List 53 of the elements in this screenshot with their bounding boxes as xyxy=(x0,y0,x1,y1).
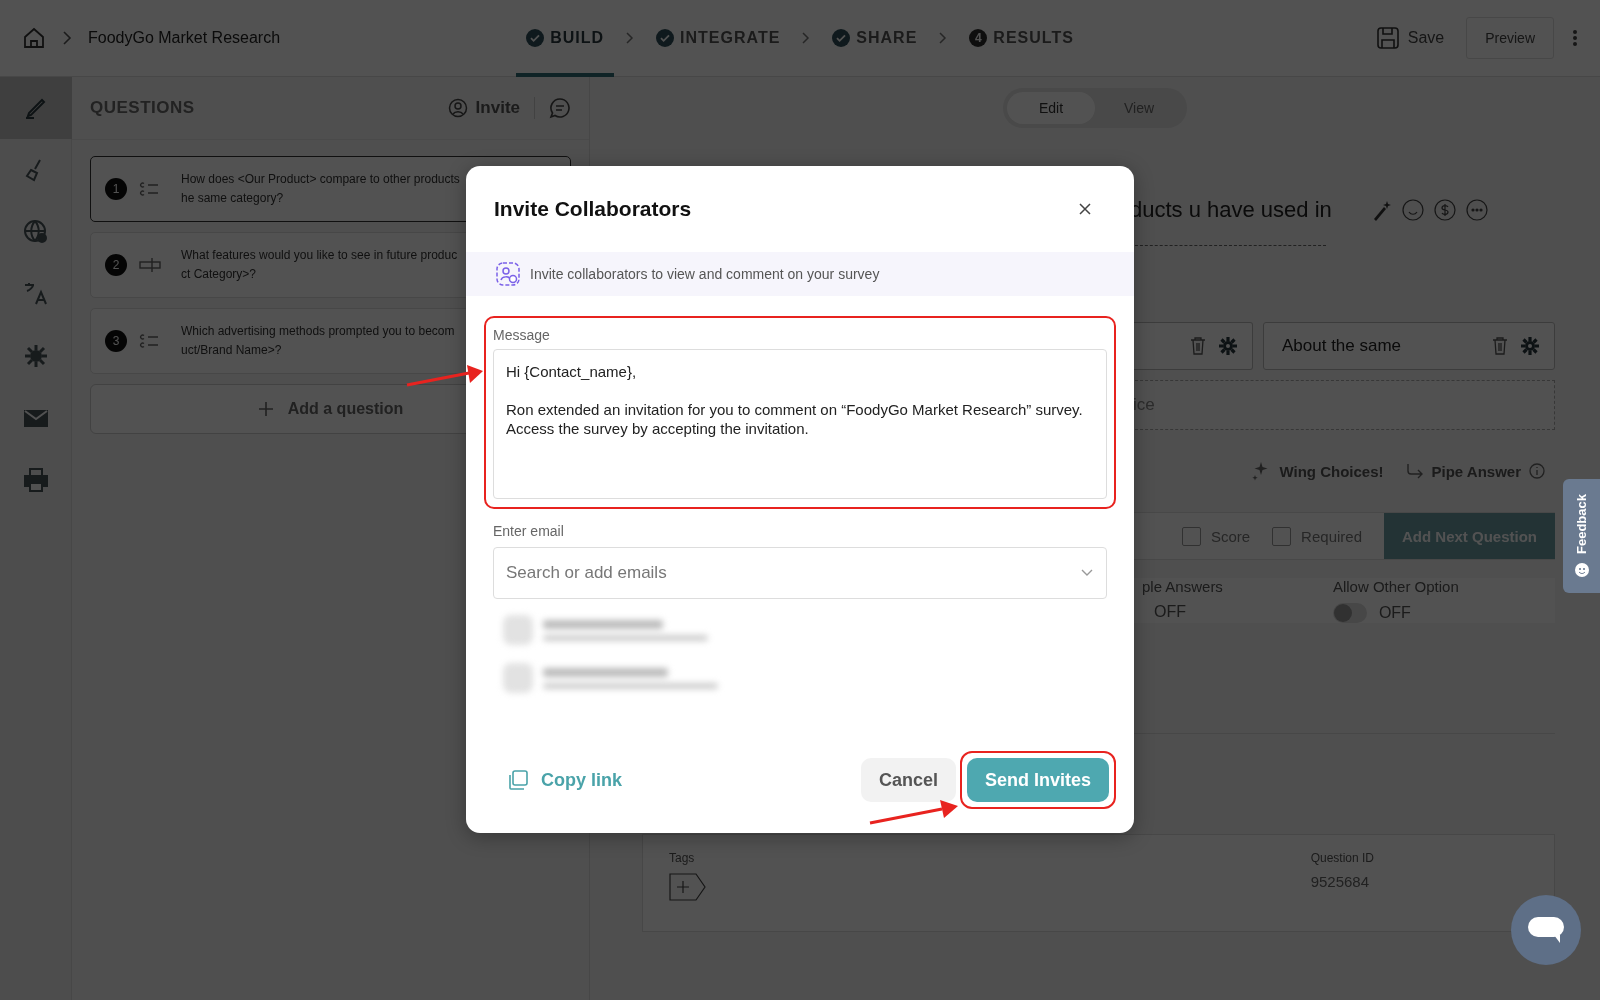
chevron-down-icon xyxy=(1081,569,1093,577)
more-icon[interactable] xyxy=(1572,29,1578,47)
user-icon xyxy=(447,98,468,118)
chevron-icon xyxy=(626,32,635,44)
comment-icon[interactable] xyxy=(549,97,571,119)
plus-icon xyxy=(257,401,274,417)
message-field[interactable]: Hi {Contact_name}, Ron extended an invitation for you to comment on “FoodyGo Market Research” survey. Access the survey by accepting the invitation. xyxy=(493,349,1107,499)
people-icon xyxy=(496,262,520,286)
copy-icon xyxy=(507,769,529,791)
question-text: Which advertising methods prompted you to becom uct/Brand Name>? xyxy=(181,323,455,359)
check-circle-icon xyxy=(832,29,851,47)
more-icon[interactable] xyxy=(1465,199,1488,221)
copy-link-button[interactable]: Copy link xyxy=(507,769,622,791)
text-field-icon xyxy=(139,256,161,274)
chevron-icon xyxy=(939,32,948,44)
add-tag-icon[interactable] xyxy=(669,873,707,901)
mode-tab[interactable]: Edit xyxy=(1007,92,1095,124)
question-number: 1 xyxy=(105,178,127,200)
turn-arrow-icon xyxy=(1405,463,1424,479)
cancel-button[interactable]: Cancel xyxy=(860,758,956,802)
globe-icon xyxy=(21,218,50,246)
check-circle-icon xyxy=(526,29,545,47)
question-text: What features would you like to see in future produc ct Category>? xyxy=(181,247,458,283)
email-field[interactable]: Search or add emails xyxy=(493,547,1107,599)
check-circle-icon xyxy=(656,29,675,47)
smiley-icon[interactable] xyxy=(1401,199,1424,221)
printer-icon xyxy=(21,466,50,494)
save-icon xyxy=(1375,26,1400,50)
choice-field[interactable]: About the same xyxy=(1263,322,1555,370)
question-text: How does <Our Product> compare to other products he same category? xyxy=(181,171,460,207)
choice-list-icon xyxy=(139,180,161,198)
email-label: Enter email xyxy=(493,523,565,539)
info-icon[interactable] xyxy=(1529,463,1545,479)
send-invites-button[interactable]: Send Invites xyxy=(966,758,1109,802)
question-number: 2 xyxy=(105,254,127,276)
dollar-icon[interactable] xyxy=(1433,199,1456,221)
trash-icon[interactable] xyxy=(1190,337,1206,355)
close-icon[interactable] xyxy=(1078,202,1092,216)
step-number: 4 xyxy=(969,29,988,47)
home-icon[interactable] xyxy=(22,26,46,50)
toggle-switch[interactable] xyxy=(1332,603,1367,623)
question-number: 3 xyxy=(105,330,127,352)
smiley-icon xyxy=(1573,562,1590,578)
feedback-tab[interactable]: Feedback xyxy=(1563,479,1600,593)
choice-list-icon xyxy=(139,332,161,350)
save-button[interactable]: Save xyxy=(1375,26,1445,50)
pen-tool[interactable] xyxy=(0,77,72,139)
preview-button[interactable]: Preview xyxy=(1466,17,1554,59)
chevron-icon xyxy=(62,31,72,45)
trash-icon[interactable] xyxy=(1492,337,1508,355)
chevron-icon xyxy=(802,32,811,44)
message-label: Message xyxy=(493,327,551,343)
survey-title: FoodyGo Market Research xyxy=(88,29,281,47)
